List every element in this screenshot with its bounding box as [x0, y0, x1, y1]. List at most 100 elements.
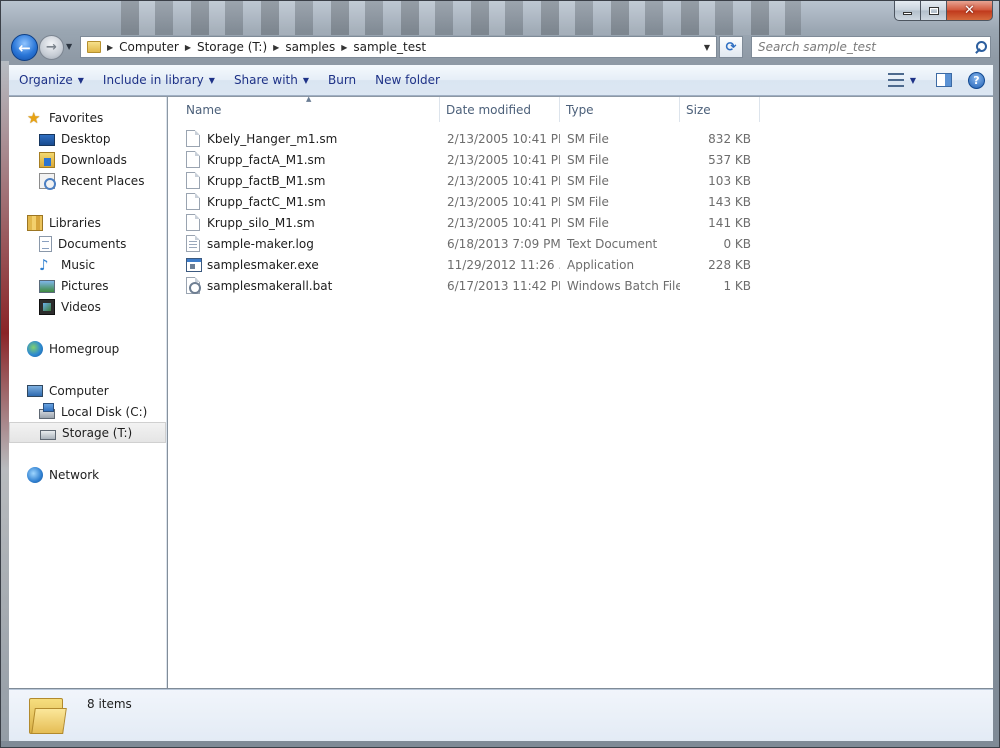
file-date: 2/13/2005 10:41 PM [447, 131, 560, 146]
network-group: Network [9, 464, 166, 485]
file-row[interactable]: sample-maker.log 6/18/2013 7:09 PM Text … [168, 233, 993, 254]
nav-item-documents[interactable]: Documents [9, 233, 166, 254]
include-in-library-button[interactable]: Include in library ▼ [94, 68, 224, 92]
file-name-cell[interactable]: Krupp_factC_M1.sm [168, 193, 440, 210]
file-name: samplesmaker.exe [207, 257, 319, 272]
nav-item-pictures[interactable]: Pictures [9, 275, 166, 296]
organize-button[interactable]: Organize ▼ [10, 68, 93, 92]
nav-item-downloads[interactable]: Downloads [9, 149, 166, 170]
file-size: 141 KB [708, 215, 751, 230]
nav-label: Desktop [61, 131, 111, 146]
file-size: 103 KB [708, 173, 751, 188]
file-name: samplesmakerall.bat [207, 278, 333, 293]
file-row[interactable]: Krupp_factB_M1.sm 2/13/2005 10:41 PM SM … [168, 170, 993, 191]
nav-item-favorites[interactable]: ★ Favorites [9, 107, 166, 128]
search-box[interactable] [751, 36, 991, 58]
minimize-icon [903, 12, 912, 15]
file-row[interactable]: samplesmakerall.bat 6/17/2013 11:42 PM W… [168, 275, 993, 296]
window-edge [1, 61, 9, 741]
column-header-name[interactable]: ▲ Name [168, 95, 440, 122]
nav-item-network[interactable]: Network [9, 464, 166, 485]
file-name-cell[interactable]: samplesmaker.exe [168, 257, 440, 272]
close-button[interactable]: ✕ [947, 1, 993, 21]
file-row[interactable]: samplesmaker.exe 11/29/2012 11:26 ... Ap… [168, 254, 993, 275]
chevron-right-icon[interactable]: ▶ [107, 43, 113, 52]
file-icon [186, 151, 200, 168]
search-icon[interactable] [972, 38, 990, 56]
file-row[interactable]: Krupp_factA_M1.sm 2/13/2005 10:41 PM SM … [168, 149, 993, 170]
computer-group: Computer Local Disk (C:) Storage (T:) [9, 380, 166, 443]
breadcrumb-samples[interactable]: samples [285, 40, 335, 54]
file-name-cell[interactable]: samplesmakerall.bat [168, 277, 440, 294]
nav-item-desktop[interactable]: Desktop [9, 128, 166, 149]
nav-label: Pictures [61, 278, 109, 293]
file-row[interactable]: Krupp_silo_M1.sm 2/13/2005 10:41 PM SM F… [168, 212, 993, 233]
column-header-type[interactable]: Type [560, 97, 680, 122]
file-name-cell[interactable]: Krupp_factB_M1.sm [168, 172, 440, 189]
file-row[interactable]: Krupp_factC_M1.sm 2/13/2005 10:41 PM SM … [168, 191, 993, 212]
help-icon[interactable]: ? [968, 71, 985, 89]
file-name: Krupp_factB_M1.sm [207, 173, 326, 188]
recent-pages-button[interactable]: ▼ [66, 41, 76, 53]
view-options-dropdown[interactable]: ▼ [910, 76, 916, 85]
breadcrumb-computer[interactable]: Computer [119, 40, 179, 54]
chevron-right-icon[interactable]: ▶ [185, 43, 191, 52]
column-header-size[interactable]: Size [680, 97, 760, 122]
nav-item-local-disk[interactable]: Local Disk (C:) [9, 401, 166, 422]
nav-item-recent-places[interactable]: Recent Places [9, 170, 166, 191]
column-label: Name [186, 102, 222, 117]
file-type: SM File [567, 194, 609, 209]
share-with-label: Share with [233, 73, 298, 87]
homegroup-group: Homegroup [9, 338, 166, 359]
desktop-icon [39, 133, 55, 146]
nav-item-computer[interactable]: Computer [9, 380, 166, 401]
window-frame: ✕ ← → ▼ ▶ Computer ▶ Storage (T:) ▶ samp… [0, 0, 1000, 748]
refresh-button[interactable]: ⟳ [719, 36, 743, 58]
chevron-right-icon[interactable]: ▶ [273, 43, 279, 52]
local-disk-icon [39, 402, 55, 419]
nav-item-music[interactable]: ♪ Music [9, 254, 166, 275]
file-row[interactable]: Kbely_Hanger_m1.sm 2/13/2005 10:41 PM SM… [168, 128, 993, 149]
details-pane: 8 items [9, 689, 993, 741]
forward-button[interactable]: → [39, 35, 64, 60]
file-name-cell[interactable]: sample-maker.log [168, 235, 440, 252]
sort-ascending-icon: ▲ [306, 95, 312, 103]
breadcrumb-sample-test[interactable]: sample_test [353, 40, 426, 54]
nav-label: Music [61, 257, 96, 272]
command-bar: Organize ▼ Include in library ▼ Share with… [9, 65, 993, 96]
file-name-cell[interactable]: Kbely_Hanger_m1.sm [168, 130, 440, 147]
file-name-cell[interactable]: Krupp_factA_M1.sm [168, 151, 440, 168]
nav-item-videos[interactable]: Videos [9, 296, 166, 317]
column-header-date-modified[interactable]: Date modified [440, 97, 560, 122]
maximize-icon [928, 6, 939, 15]
view-options-icon[interactable] [887, 73, 904, 87]
caption-buttons: ✕ [894, 1, 993, 21]
nav-item-storage[interactable]: Storage (T:) [9, 422, 166, 443]
nav-label: Downloads [61, 152, 127, 167]
share-with-button[interactable]: Share with ▼ [225, 68, 318, 92]
text-document-icon [186, 235, 200, 252]
chevron-right-icon[interactable]: ▶ [341, 43, 347, 52]
new-folder-button[interactable]: New folder [366, 68, 449, 92]
nav-item-homegroup[interactable]: Homegroup [9, 338, 166, 359]
file-icon [186, 172, 200, 189]
chevron-down-icon: ▼ [66, 42, 73, 51]
minimize-button[interactable] [894, 1, 921, 21]
maximize-button[interactable] [921, 1, 947, 21]
address-bar[interactable]: ▶ Computer ▶ Storage (T:) ▶ samples ▶ sa… [80, 36, 717, 58]
close-icon: ✕ [964, 3, 975, 18]
file-name-cell[interactable]: Krupp_silo_M1.sm [168, 214, 440, 231]
address-history-dropdown[interactable]: ▼ [698, 43, 716, 52]
search-input[interactable] [752, 38, 972, 56]
back-button[interactable]: ← [11, 34, 38, 61]
videos-icon [39, 298, 55, 315]
burn-button[interactable]: Burn [319, 68, 365, 92]
music-icon: ♪ [39, 255, 49, 274]
folder-icon [29, 694, 67, 734]
chevron-down-icon: ▼ [208, 75, 215, 85]
favorites-group: ★ Favorites Desktop Downloads Recent Plac… [9, 107, 166, 191]
nav-item-libraries[interactable]: Libraries [9, 212, 166, 233]
preview-pane-icon[interactable] [936, 73, 952, 87]
file-icon [186, 130, 200, 147]
breadcrumb-storage[interactable]: Storage (T:) [197, 40, 267, 54]
